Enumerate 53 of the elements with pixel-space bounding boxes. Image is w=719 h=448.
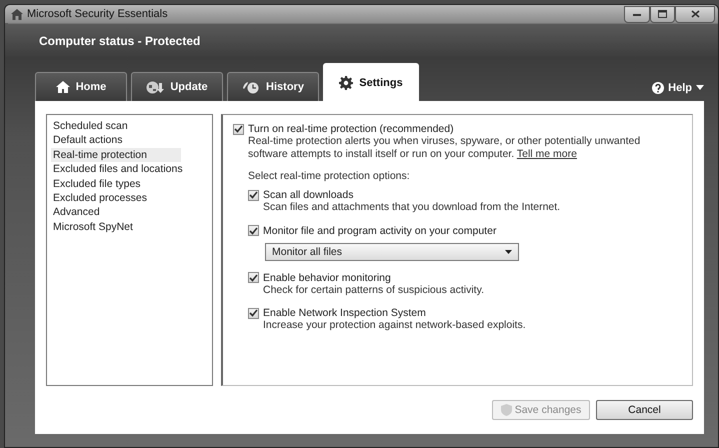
settings-list-item[interactable]: Default actions [51, 133, 208, 148]
option-label: Turn on real-time protection (recommended) [248, 123, 454, 135]
home-icon [56, 81, 70, 93]
option-label: Scan all downloads [263, 189, 354, 201]
tab[interactable]: History [227, 72, 319, 101]
globe-arrow-icon [146, 80, 164, 94]
tab[interactable]: Settings [323, 63, 419, 101]
option-label: Monitor file and program activity on your computer [263, 224, 496, 236]
cancel-button[interactable]: Cancel [596, 400, 693, 420]
gear-icon [339, 76, 354, 90]
minimize-button[interactable] [624, 6, 650, 22]
tab[interactable]: Update [131, 72, 223, 101]
settings-list-item[interactable]: Excluded processes [51, 191, 208, 206]
settings-list-item[interactable]: Advanced [51, 205, 208, 220]
option-description: Scan files and attachments that you download from the Internet. [263, 201, 562, 214]
checkbox[interactable] [248, 308, 259, 318]
monitor-dropdown[interactable]: Monitor all files [265, 242, 519, 260]
checkbox[interactable] [248, 225, 259, 236]
help-menu[interactable]: Help [652, 82, 704, 94]
maximize-icon [658, 10, 667, 18]
house-icon [11, 8, 23, 20]
caret-icon [696, 85, 704, 90]
checkbox[interactable] [248, 190, 259, 200]
close-icon [690, 10, 700, 18]
status-title: Computer status - Protected [38, 33, 202, 50]
option-label: Enable Network Inspection System [263, 307, 426, 319]
help-icon [652, 82, 664, 94]
settings-list-item[interactable]: Microsoft SpyNet [51, 220, 208, 234]
tell-me-more-link[interactable]: Tell me more [516, 148, 577, 160]
checkmark-icon [249, 191, 258, 199]
shield-icon [500, 404, 512, 416]
window-title: Microsoft Security Essentials [27, 8, 169, 20]
minimize-icon [633, 12, 641, 16]
settings-list-item[interactable]: Real-time protection [51, 148, 181, 162]
checkmark-icon [249, 226, 258, 234]
maximize-button[interactable] [650, 6, 675, 22]
option-description: Real-time protection alerts you when viruses, spyware, or other potentially unwanted software attempts to install itself or run on your computer. Tell me more [248, 135, 642, 160]
tab[interactable]: Home [35, 72, 127, 101]
checkbox[interactable] [233, 124, 244, 134]
settings-list-item[interactable]: Excluded files and locations [51, 162, 208, 177]
option-description: Increase your protection against network-based exploits. [263, 319, 527, 332]
checkbox[interactable] [248, 272, 259, 283]
section-label: Select real-time protection options: [248, 170, 411, 182]
settings-list-item[interactable]: Excluded file types [51, 176, 208, 192]
option-label: Enable behavior monitoring [263, 272, 391, 284]
checkmark-icon [249, 309, 258, 317]
clock-arrow-icon [242, 80, 260, 94]
checkmark-icon [249, 274, 258, 282]
settings-list-item[interactable]: Scheduled scan [51, 119, 208, 134]
checkmark-icon [234, 125, 243, 133]
caret-icon [505, 250, 512, 254]
close-button[interactable] [675, 6, 715, 22]
option-description: Check for certain patterns of suspicious activity. [263, 284, 485, 296]
